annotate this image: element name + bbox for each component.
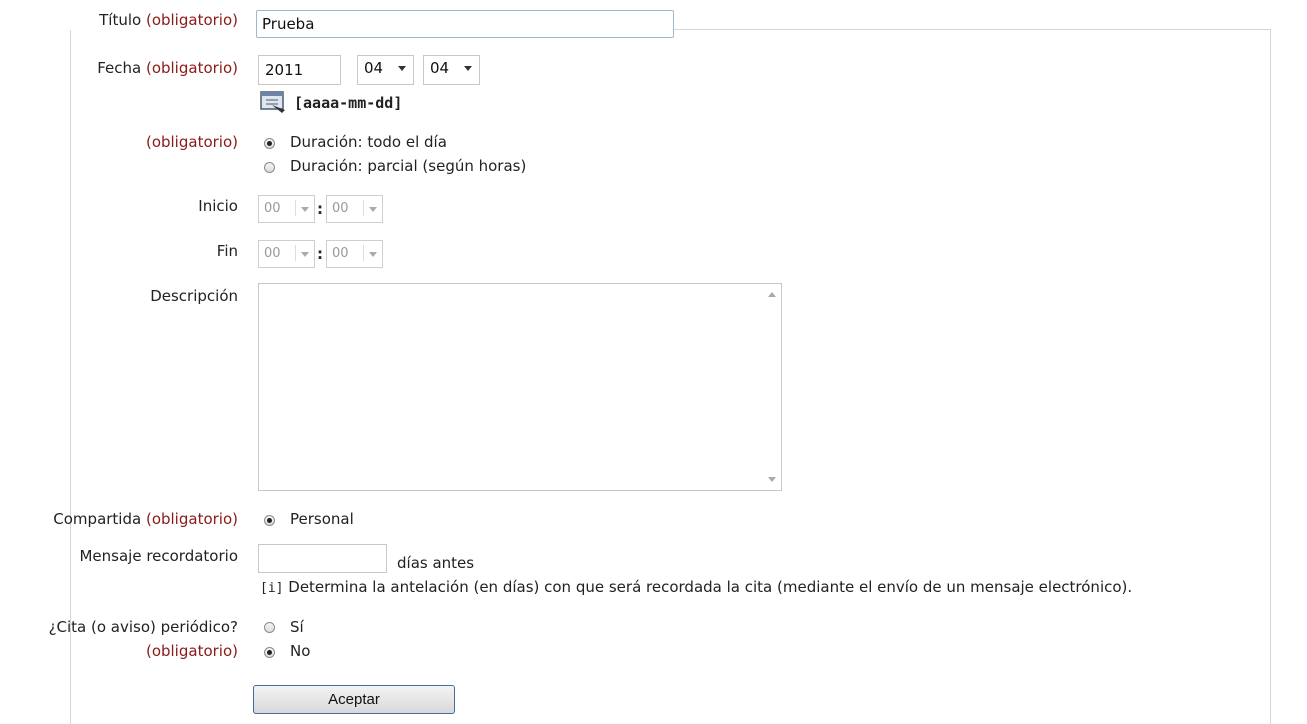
chevron-down-icon [369, 207, 377, 212]
title-label: Título (obligatorio) [99, 11, 238, 29]
shared-label: Compartida (obligatorio) [53, 510, 238, 528]
start-minute-select[interactable]: 00 [326, 195, 383, 223]
chevron-down-icon [398, 66, 406, 71]
duration-partial-radio[interactable] [264, 162, 275, 173]
title-input[interactable] [256, 10, 674, 38]
chevron-down-icon [301, 207, 309, 212]
periodic-required: (obligatorio) [145, 642, 238, 660]
day-value: 04 [430, 59, 450, 77]
shared-label-text: Compartida [53, 510, 142, 528]
year-input[interactable] [258, 55, 341, 85]
description-textarea[interactable] [258, 283, 782, 491]
title-label-text: Título [99, 11, 142, 29]
accept-button-label: Aceptar [328, 691, 380, 708]
duration-allday-radio[interactable] [264, 138, 275, 149]
scroll-up-icon[interactable] [768, 292, 776, 297]
date-required: (obligatorio) [145, 59, 238, 77]
end-minute-value: 00 [332, 246, 349, 261]
month-value: 04 [364, 59, 384, 77]
duration-allday-label: Duración: todo el día [290, 133, 447, 151]
chevron-down-icon [369, 252, 377, 257]
reminder-suffix: días antes [397, 554, 475, 572]
periodic-no-radio[interactable] [264, 647, 275, 658]
end-hour-value: 00 [264, 246, 281, 261]
date-label: Fecha (obligatorio) [97, 59, 238, 77]
end-separator: : [317, 245, 323, 263]
start-hour-value: 00 [264, 201, 281, 216]
chevron-down-icon [464, 66, 472, 71]
end-hour-select[interactable]: 00 [258, 240, 315, 268]
shared-required: (obligatorio) [145, 510, 238, 528]
start-minute-value: 00 [332, 201, 349, 216]
shared-personal-label: Personal [290, 510, 354, 528]
accept-button[interactable]: Aceptar [253, 685, 455, 714]
reminder-input[interactable] [258, 544, 387, 573]
periodic-no-label: No [290, 642, 311, 660]
end-minute-select[interactable]: 00 [326, 240, 383, 268]
info-icon: [i] [260, 581, 284, 596]
date-label-text: Fecha [97, 59, 142, 77]
reminder-label: Mensaje recordatorio [79, 547, 238, 565]
description-scrollbar[interactable] [763, 284, 781, 490]
reminder-info: [i] Determina la antelación (en días) co… [260, 578, 1132, 596]
panel-border-top [670, 29, 1270, 30]
title-required: (obligatorio) [145, 11, 238, 29]
panel-border-right [1270, 29, 1271, 724]
end-label: Fin [216, 242, 238, 260]
date-format-hint: [aaaa-mm-dd] [294, 94, 403, 112]
chevron-down-icon [301, 252, 309, 257]
month-select[interactable]: 04 [357, 55, 414, 85]
description-label: Descripción [150, 287, 238, 305]
duration-partial-label: Duración: parcial (según horas) [290, 157, 527, 175]
duration-required: (obligatorio) [145, 133, 238, 151]
periodic-yes-label: Sí [290, 618, 304, 636]
reminder-info-text: Determina la antelación (en días) con qu… [288, 578, 1133, 596]
start-hour-select[interactable]: 00 [258, 195, 315, 223]
day-select[interactable]: 04 [423, 55, 480, 85]
periodic-yes-radio[interactable] [264, 622, 275, 633]
scroll-down-icon[interactable] [768, 477, 776, 482]
periodic-label: ¿Cita (o aviso) periódico? [48, 618, 238, 636]
calendar-icon[interactable] [260, 91, 287, 116]
start-label: Inicio [198, 197, 238, 215]
shared-personal-radio[interactable] [264, 515, 275, 526]
start-separator: : [317, 200, 323, 218]
